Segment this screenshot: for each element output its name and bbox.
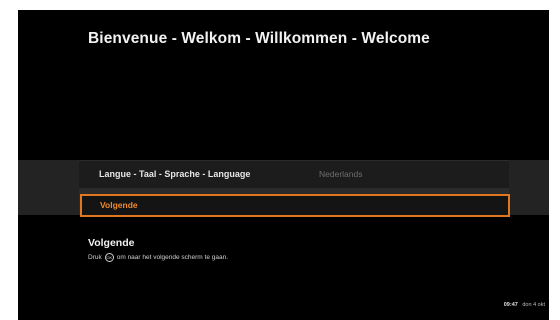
tv-screen: Bienvenue - Welkom - Willkommen - Welcom… [18,10,549,320]
help-text: Druk OK om naar het volgende scherm te g… [88,253,228,262]
language-setting-label: Langue - Taal - Sprache - Language [99,169,251,179]
ok-button-icon: OK [104,253,114,262]
language-setting-row[interactable]: Langue - Taal - Sprache - Language Neder… [79,161,509,188]
language-setting-value: Nederlands [319,169,363,179]
help-text-before: Druk [88,254,102,261]
clock-date: don 4 okt [522,302,545,308]
page-title: Bienvenue - Welkom - Willkommen - Welcom… [88,30,430,47]
help-text-after: om naar het volgende scherm te gaan. [116,254,229,261]
menu-band-right-edge [509,160,549,215]
menu-band-left-edge [18,160,79,215]
next-button-label: Volgende [100,200,138,210]
status-clock: 09:47 don 4 okt [504,302,545,308]
help-title: Volgende [88,237,135,249]
next-button[interactable]: Volgende [80,194,510,217]
clock-time: 09:47 [503,302,518,308]
